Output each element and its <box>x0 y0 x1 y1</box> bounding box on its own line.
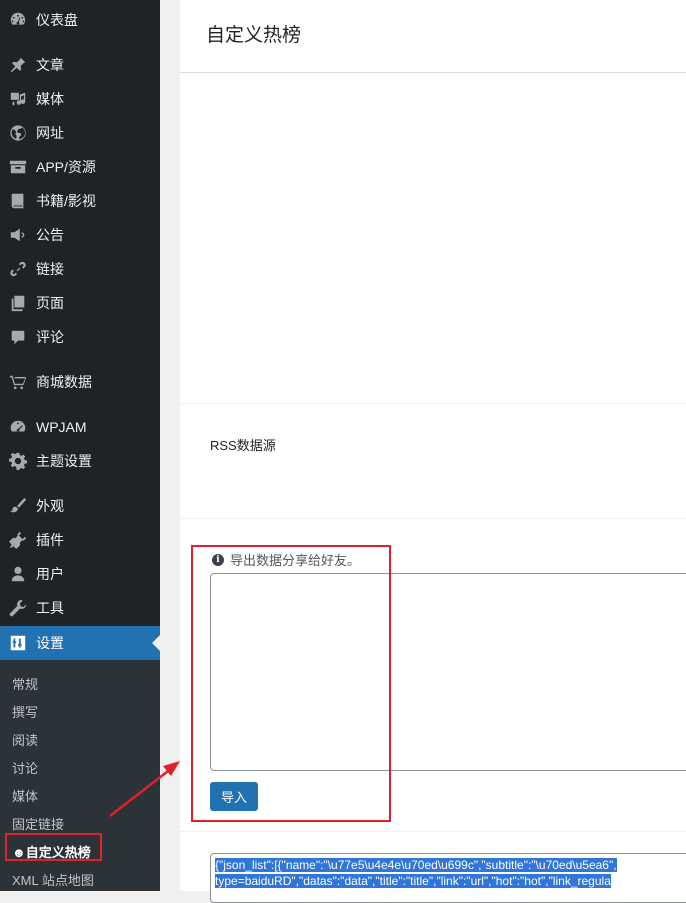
menu-label: 页面 <box>36 295 64 311</box>
menu-item-dashboard[interactable]: 仪表盘 <box>0 3 160 37</box>
menu-item-theme-settings[interactable]: 主题设置 <box>0 444 160 478</box>
menu-item-shop-data[interactable]: 商城数据 <box>0 365 160 399</box>
menu-label: APP/资源 <box>36 159 96 175</box>
menu-item-announcements[interactable]: 公告 <box>0 218 160 252</box>
menu-label: 链接 <box>36 261 64 277</box>
pushpin-icon <box>8 55 28 75</box>
menu-item-comments[interactable]: 评论 <box>0 320 160 354</box>
menu-label: 外观 <box>36 498 64 514</box>
gauge-icon <box>8 417 28 437</box>
page-title: 自定义热榜 <box>206 25 302 46</box>
menu-label: 书籍/影视 <box>36 193 96 209</box>
menu-item-wpjam[interactable]: WPJAM <box>0 410 160 444</box>
settings-sliders-icon <box>8 633 28 653</box>
menu-label: 主题设置 <box>36 453 92 469</box>
media-icon <box>8 89 28 109</box>
submenu-general[interactable]: 常规 <box>12 674 38 693</box>
submenu-media[interactable]: 媒体 <box>12 786 38 805</box>
menu-item-tools[interactable]: 工具 <box>0 591 160 625</box>
json-export-textarea[interactable]: {"json_list":[{"name":"\u77e5\u4e4e\u70e… <box>210 853 686 903</box>
book-icon <box>8 191 28 211</box>
megaphone-icon <box>8 225 28 245</box>
comment-icon <box>8 327 28 347</box>
menu-label: 网址 <box>36 125 64 141</box>
menu-item-users[interactable]: 用户 <box>0 557 160 591</box>
dashboard-icon <box>8 10 28 30</box>
menu-label: 仪表盘 <box>36 12 78 28</box>
submenu-discussion[interactable]: 讨论 <box>12 758 38 777</box>
user-icon <box>8 564 28 584</box>
submenu-permalinks[interactable]: 固定链接 <box>12 814 64 833</box>
globe-icon <box>8 123 28 143</box>
submenu-xml-sitemap[interactable]: XML 站点地图 <box>12 870 94 889</box>
menu-label: 评论 <box>36 329 64 345</box>
json-line-2: type=baiduRD","datas":"data","title":"ti… <box>215 874 611 888</box>
cart-icon <box>8 372 28 392</box>
menu-item-links[interactable]: 链接 <box>0 252 160 286</box>
plugin-icon <box>8 530 28 550</box>
section-divider <box>180 518 686 519</box>
menu-item-app-resources[interactable]: APP/资源 <box>0 150 160 184</box>
menu-label: 商城数据 <box>36 374 92 390</box>
menu-label: 工具 <box>36 600 64 616</box>
menu-label: 公告 <box>36 227 64 243</box>
annotation-red-rectangle <box>191 545 391 822</box>
admin-sidebar: 仪表盘 文章 媒体 网址 APP/资源 书籍/影视 公告 链接 页面 评论 商城… <box>0 0 160 891</box>
archive-icon <box>8 157 28 177</box>
menu-item-posts[interactable]: 文章 <box>0 48 160 82</box>
wrench-icon <box>8 598 28 618</box>
menu-item-plugins[interactable]: 插件 <box>0 523 160 557</box>
json-line-1: {"json_list":[{"name":"\u77e5\u4e4e\u70e… <box>215 858 617 872</box>
link-icon <box>8 259 28 279</box>
menu-label: 设置 <box>36 635 64 651</box>
menu-item-pages[interactable]: 页面 <box>0 286 160 320</box>
annotation-highlight-box <box>5 833 102 861</box>
menu-label: 媒体 <box>36 91 64 107</box>
page-icon <box>8 293 28 313</box>
menu-item-appearance[interactable]: 外观 <box>0 489 160 523</box>
active-menu-arrow <box>152 635 160 651</box>
submenu-writing[interactable]: 撰写 <box>12 702 38 721</box>
menu-item-media[interactable]: 媒体 <box>0 82 160 116</box>
submenu-reading[interactable]: 阅读 <box>12 730 38 749</box>
menu-label: WPJAM <box>36 419 87 435</box>
page-header: 自定义热榜 <box>180 0 686 73</box>
menu-item-books-films[interactable]: 书籍/影视 <box>0 184 160 218</box>
rss-source-label: RSS数据源 <box>210 438 276 453</box>
section-divider <box>180 403 686 404</box>
menu-item-settings[interactable]: 设置 <box>0 626 160 660</box>
brush-icon <box>8 496 28 516</box>
section-divider <box>180 831 686 832</box>
json-export-text: {"json_list":[{"name":"\u77e5\u4e4e\u70e… <box>215 857 686 889</box>
menu-item-sites[interactable]: 网址 <box>0 116 160 150</box>
menu-label: 用户 <box>36 566 64 582</box>
menu-label: 文章 <box>36 57 64 73</box>
menu-label: 插件 <box>36 532 64 548</box>
gear-icon <box>8 451 28 471</box>
